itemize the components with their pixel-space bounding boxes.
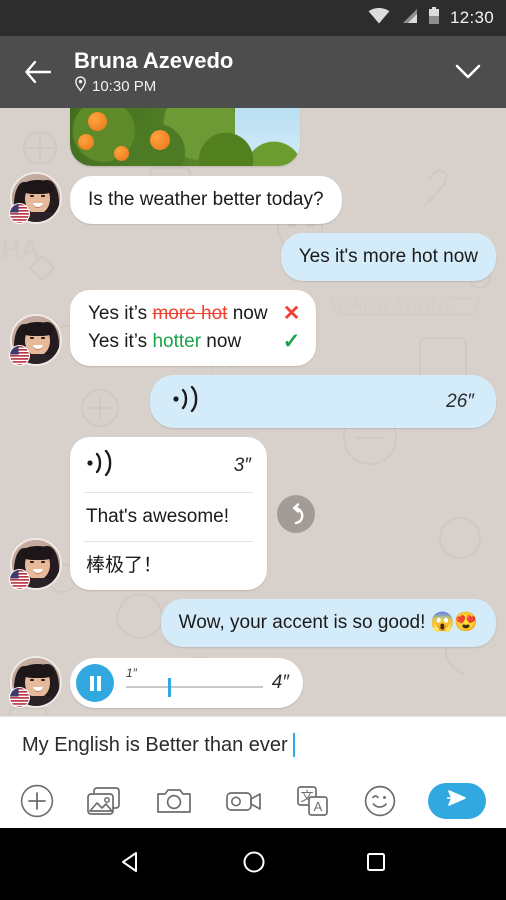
correction-error-text: more hot bbox=[152, 303, 228, 324]
gallery-icon[interactable] bbox=[85, 784, 123, 818]
orange-fruit bbox=[114, 146, 129, 161]
android-nav-bar bbox=[0, 828, 506, 900]
sound-wave-icon bbox=[86, 449, 118, 481]
us-flag-badge bbox=[9, 345, 30, 366]
message-row-audio-player: 1″ 4″ bbox=[9, 656, 496, 708]
voice-translation-text: 棒极了！ bbox=[86, 555, 163, 576]
message-bubble[interactable]: Yes it's more hot now bbox=[280, 233, 496, 281]
correction-fixed-text: hotter bbox=[152, 331, 202, 352]
composer: My English is Better than ever 文A bbox=[0, 716, 506, 828]
avatar[interactable] bbox=[9, 538, 62, 590]
message-row-photo bbox=[10, 108, 496, 166]
us-flag-badge bbox=[9, 569, 30, 590]
translate-icon[interactable]: 文A bbox=[295, 784, 331, 818]
svg-text:A: A bbox=[314, 799, 323, 814]
message-bubble[interactable]: Is the weather better today? bbox=[70, 176, 342, 224]
photo-foliage-secondary bbox=[190, 130, 300, 166]
location-pin-icon bbox=[74, 75, 87, 97]
voice-message-bubble[interactable]: 26″ bbox=[150, 375, 496, 428]
app-bar-titles[interactable]: Bruna Azevedo 10:30 PM bbox=[62, 48, 444, 97]
orange-fruit bbox=[150, 130, 170, 150]
send-button[interactable] bbox=[427, 782, 486, 819]
message-row-voice-outgoing: 26″ bbox=[10, 375, 496, 428]
send-icon bbox=[446, 789, 468, 812]
status-bar-clock: 12:30 bbox=[449, 8, 494, 27]
voice-row[interactable]: 3″ bbox=[70, 437, 267, 492]
correction-original-line: Yes it’s more hot now ✕ bbox=[88, 300, 302, 328]
nav-home-icon[interactable] bbox=[241, 849, 267, 880]
message-row-outgoing: Wow, your accent is so good! 😱😍 bbox=[10, 599, 496, 647]
message-row-incoming: Is the weather better today? bbox=[9, 172, 496, 224]
add-attachment-icon[interactable] bbox=[20, 784, 54, 818]
us-flag-badge bbox=[9, 203, 30, 224]
audio-elapsed: 1″ bbox=[126, 666, 137, 680]
message-row-voice-transcript: 3″ That's awesome! 棒极了！ bbox=[9, 437, 496, 590]
voice-transcript-bubble[interactable]: 3″ That's awesome! 棒极了！ bbox=[70, 437, 267, 590]
contact-name: Bruna Azevedo bbox=[74, 47, 234, 73]
sound-wave-icon bbox=[172, 385, 204, 417]
replay-arrow-icon[interactable] bbox=[277, 494, 315, 533]
message-input[interactable]: My English is Better than ever bbox=[22, 734, 288, 757]
us-flag-badge bbox=[9, 687, 30, 708]
audio-playhead[interactable] bbox=[168, 678, 172, 697]
audio-track bbox=[126, 686, 263, 688]
message-row-outgoing: Yes it's more hot now bbox=[10, 233, 496, 281]
avatar[interactable] bbox=[9, 314, 62, 366]
audio-scrubber[interactable]: 1″ bbox=[126, 666, 263, 700]
video-icon[interactable] bbox=[224, 784, 264, 818]
nav-recents-icon[interactable] bbox=[364, 850, 388, 879]
voice-duration: 3″ bbox=[233, 454, 251, 476]
correction-error-mark: ✕ bbox=[282, 302, 301, 325]
correction-original-prefix: Yes it’s bbox=[88, 303, 153, 324]
text-cursor bbox=[292, 733, 296, 757]
correction-fixed-suffix: now bbox=[201, 331, 242, 352]
pause-icon[interactable] bbox=[76, 664, 114, 702]
camera-icon[interactable] bbox=[155, 784, 193, 818]
message-list[interactable]: HAHAHA HA RATULATIONS bbox=[0, 108, 506, 716]
correction-fixed-line: Yes it’s hotter now ✓ bbox=[88, 328, 302, 356]
status-bar: 12:30 bbox=[0, 0, 506, 36]
chat-screen: 12:30 Bruna Azevedo 10:30 PM HA RATULATI… bbox=[0, 0, 506, 900]
orange-fruit bbox=[78, 134, 94, 150]
wifi-icon bbox=[368, 7, 390, 29]
contact-local-time: 10:30 PM bbox=[74, 75, 444, 97]
chevron-down-icon[interactable] bbox=[444, 64, 492, 80]
message-bubble[interactable]: Wow, your accent is so good! 😱😍 bbox=[160, 599, 496, 647]
back-arrow-icon[interactable] bbox=[14, 61, 62, 83]
correction-ok-mark: ✓ bbox=[282, 330, 301, 353]
message-input-row[interactable]: My English is Better than ever bbox=[0, 717, 506, 773]
audio-player-bubble[interactable]: 1″ 4″ bbox=[70, 658, 303, 708]
audio-total-duration: 4″ bbox=[271, 672, 289, 693]
photo-message-bubble[interactable] bbox=[70, 108, 300, 166]
app-bar: Bruna Azevedo 10:30 PM bbox=[0, 36, 506, 108]
avatar[interactable] bbox=[9, 656, 62, 708]
avatar[interactable] bbox=[9, 172, 62, 224]
cellular-signal-icon bbox=[400, 8, 418, 29]
correction-original-suffix: now bbox=[227, 303, 268, 324]
voice-transcript-text: That's awesome! bbox=[86, 506, 230, 527]
composer-actions: 文A bbox=[0, 773, 506, 828]
correction-bubble[interactable]: Yes it’s more hot now ✕ Yes it’s hotter … bbox=[70, 290, 316, 366]
message-row-correction: Yes it’s more hot now ✕ Yes it’s hotter … bbox=[9, 290, 496, 366]
correction-fixed-prefix: Yes it’s bbox=[88, 331, 153, 352]
messages-container: Is the weather better today? Yes it's mo… bbox=[0, 108, 506, 708]
orange-fruit bbox=[88, 112, 107, 131]
nav-back-icon[interactable] bbox=[118, 850, 144, 879]
local-time-text: 10:30 PM bbox=[92, 77, 157, 95]
battery-icon bbox=[428, 6, 440, 30]
voice-duration: 26″ bbox=[446, 390, 474, 412]
emoji-icon[interactable] bbox=[363, 784, 397, 818]
